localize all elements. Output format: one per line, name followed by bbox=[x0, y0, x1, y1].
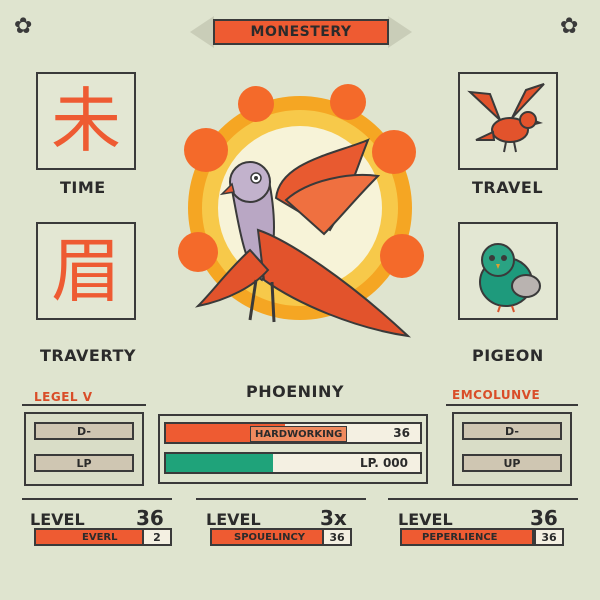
time-label: TIME bbox=[60, 178, 106, 197]
level-2-number: 3x bbox=[320, 506, 347, 530]
level-1-number: 36 bbox=[136, 506, 164, 530]
travel-label: TRAVEL bbox=[472, 178, 544, 197]
level-3-bar-label: PEPERLIENCE bbox=[422, 531, 498, 543]
level-2-bar-label: SPOUELINCY bbox=[234, 531, 306, 543]
right-status-panel: D- UP bbox=[452, 412, 572, 486]
traverty-card[interactable]: 眉 bbox=[36, 222, 136, 320]
right-panel-rule bbox=[446, 404, 578, 406]
level-3-value: 36 bbox=[534, 528, 564, 546]
lp-value: LP. 000 bbox=[359, 456, 408, 470]
level-1-rule bbox=[22, 498, 172, 500]
time-card[interactable]: 未 bbox=[36, 72, 136, 170]
left-panel-rule bbox=[22, 404, 146, 406]
corner-flourish-left: ✿ bbox=[14, 14, 33, 39]
left-slot-2-label: LP bbox=[76, 456, 92, 470]
level-1-bar: EVERL bbox=[34, 528, 144, 546]
level-3-bar: PEPERLIENCE bbox=[400, 528, 534, 546]
level-1-title: LEVEL bbox=[30, 510, 85, 529]
level-3-rule bbox=[388, 498, 578, 500]
level-2-title: LEVEL bbox=[206, 510, 261, 529]
hardworking-bar: HARDWORKING 36 bbox=[164, 422, 422, 444]
creature-name: PHOENINY bbox=[246, 382, 344, 401]
level-1-value: 2 bbox=[142, 528, 172, 546]
level-3-title: LEVEL bbox=[398, 510, 453, 529]
level-2-bar: SPOUELINCY bbox=[210, 528, 324, 546]
hardworking-tag: HARDWORKING bbox=[250, 426, 348, 442]
left-panel-heading: LEGEL V bbox=[34, 390, 93, 404]
left-slot-1-label: D- bbox=[77, 424, 91, 438]
phoenix-illustration bbox=[178, 84, 424, 338]
lp-bar: LP. 000 bbox=[164, 452, 422, 474]
left-slot-1[interactable]: D- bbox=[34, 422, 134, 440]
corner-flourish-right: ✿ bbox=[560, 14, 579, 39]
left-status-panel: D- LP bbox=[24, 412, 144, 486]
pigeon-icon bbox=[479, 243, 541, 313]
lp-bar-fill bbox=[166, 454, 273, 472]
banner-ribbon-right bbox=[388, 16, 412, 48]
time-glyph: 未 bbox=[51, 80, 121, 162]
traverty-label: TRAVERTY bbox=[40, 346, 136, 365]
hardworking-value: 36 bbox=[393, 426, 410, 440]
right-panel-heading: EMCOLUNVE bbox=[452, 388, 541, 402]
right-slot-1[interactable]: D- bbox=[462, 422, 562, 440]
traverty-glyph: 眉 bbox=[51, 230, 121, 312]
level-2-rule bbox=[196, 498, 366, 500]
pigeon-label: PIGEON bbox=[472, 346, 544, 365]
right-slot-1-label: D- bbox=[505, 424, 519, 438]
level-3-number: 36 bbox=[530, 506, 558, 530]
right-slot-2-label: UP bbox=[503, 456, 521, 470]
banner-title: MONESTERY bbox=[250, 24, 352, 40]
level-2-value: 36 bbox=[322, 528, 352, 546]
travel-card[interactable] bbox=[458, 72, 558, 170]
pigeon-card[interactable] bbox=[458, 222, 558, 320]
right-slot-2[interactable]: UP bbox=[462, 454, 562, 472]
banner-ribbon-left bbox=[190, 16, 214, 48]
left-slot-2[interactable]: LP bbox=[34, 454, 134, 472]
level-1-bar-label: EVERL bbox=[82, 531, 118, 543]
title-banner: MONESTERY bbox=[213, 19, 389, 45]
red-bird-icon bbox=[467, 83, 545, 153]
